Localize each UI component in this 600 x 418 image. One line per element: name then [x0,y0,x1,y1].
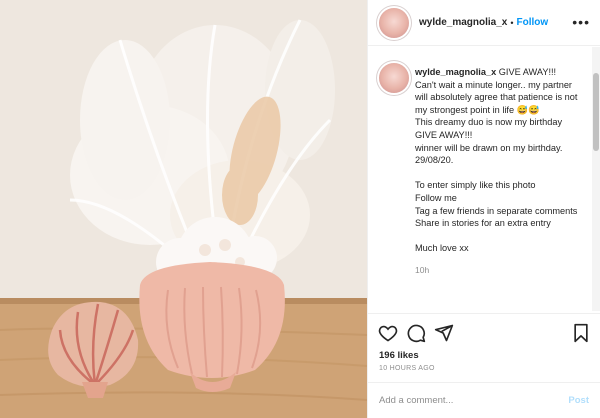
post-photo[interactable] [0,0,367,418]
comment-icon[interactable] [406,323,426,343]
caption-time: 10h [415,264,430,275]
caption-text: wylde_magnolia_x GIVE AWAY!!! Can't wait… [415,66,585,255]
action-icon-row [378,323,593,345]
photo-illustration [0,0,367,418]
separator-dot: • [510,17,514,28]
instagram-post: wylde_magnolia_x • Follow ••• wylde_magn… [0,0,600,418]
caption-username[interactable]: wylde_magnolia_x [415,67,496,77]
share-icon[interactable] [434,323,454,343]
heart-icon[interactable] [378,323,398,343]
caption-area: wylde_magnolia_x GIVE AWAY!!! Can't wait… [368,47,600,311]
caption-message: GIVE AWAY!!! Can't wait a minute longer.… [415,67,578,254]
author-username[interactable]: wylde_magnolia_x [419,17,507,28]
posted-time[interactable]: 10 HOURS AGO [379,365,435,372]
caption-body: wylde_magnolia_x GIVE AWAY!!! Can't wait… [415,66,585,277]
scrollbar-thumb[interactable] [593,73,599,151]
bookmark-icon[interactable] [571,323,591,343]
post-comment-button[interactable]: Post [568,395,589,406]
caption-avatar[interactable] [379,63,409,93]
author-avatar[interactable] [379,7,409,38]
follow-button[interactable]: Follow [517,17,549,28]
likes-count[interactable]: 196 likes [379,350,419,361]
post-side-panel: wylde_magnolia_x • Follow ••• wylde_magn… [367,0,600,418]
comment-box: Post [368,382,600,418]
more-dots-icon[interactable]: ••• [572,14,590,30]
caption-scrollbar[interactable] [592,47,600,311]
post-header: wylde_magnolia_x • Follow ••• [368,0,600,46]
comment-input[interactable] [379,395,549,406]
